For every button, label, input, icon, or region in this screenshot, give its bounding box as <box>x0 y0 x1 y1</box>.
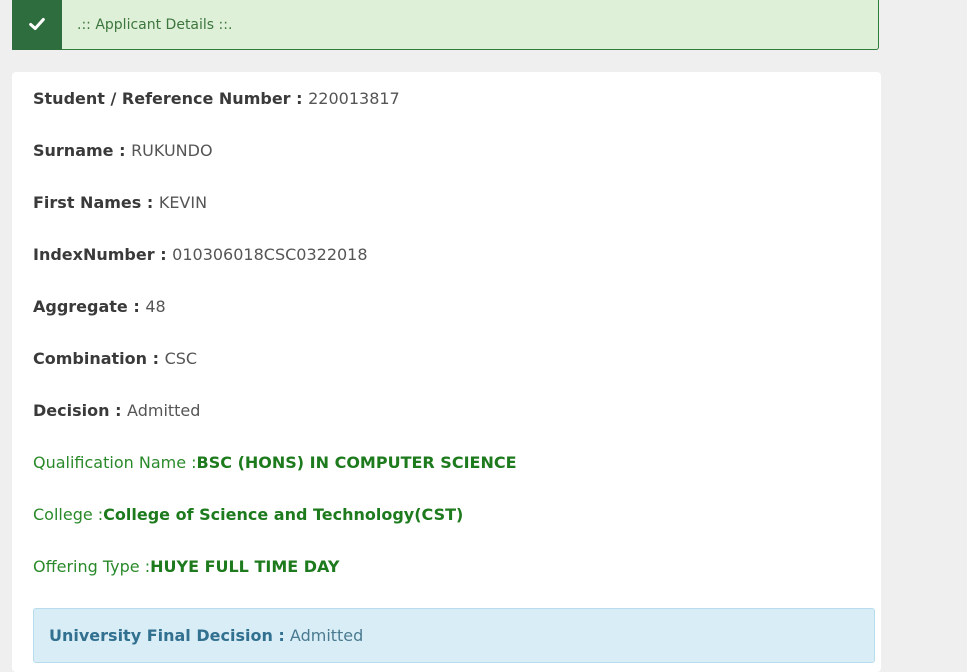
college-value: College of Science and Technology(CST) <box>103 505 464 524</box>
index-number-row: IndexNumber : 010306018CSC0322018 <box>33 245 368 265</box>
college-row: College :College of Science and Technolo… <box>33 505 463 525</box>
combination-value: CSC <box>164 349 198 368</box>
offering-type-value: HUYE FULL TIME DAY <box>150 557 340 576</box>
aggregate-value: 48 <box>145 297 166 316</box>
applicant-details-alert: .:: Applicant Details ::. <box>12 0 879 50</box>
combination-label: Combination : <box>33 349 165 368</box>
applicant-details-card: Student / Reference Number : 220013817 S… <box>12 72 881 672</box>
alert-icon-box <box>12 0 62 50</box>
decision-row: Decision : Admitted <box>33 401 200 421</box>
decision-label: Decision : <box>33 401 128 420</box>
offering-type-row: Offering Type :HUYE FULL TIME DAY <box>33 557 339 577</box>
offering-type-label: Offering Type : <box>33 557 151 576</box>
final-decision-value: Admitted <box>289 626 364 645</box>
qualification-value: BSC (HONS) IN COMPUTER SCIENCE <box>196 453 517 472</box>
first-names-value: KEVIN <box>158 193 208 212</box>
surname-value: RUKUNDO <box>131 141 213 160</box>
college-label: College : <box>33 505 104 524</box>
aggregate-label: Aggregate : <box>33 297 146 316</box>
reference-number-label: Student / Reference Number : <box>33 89 309 108</box>
surname-label: Surname : <box>33 141 132 160</box>
final-decision-label: University Final Decision : <box>49 626 285 645</box>
first-names-label: First Names : <box>33 193 159 212</box>
first-names-row: First Names : KEVIN <box>33 193 207 213</box>
index-number-value: 010306018CSC0322018 <box>172 245 368 264</box>
alert-title: .:: Applicant Details ::. <box>77 16 233 33</box>
reference-number-row: Student / Reference Number : 220013817 <box>33 89 400 109</box>
decision-value: Admitted <box>127 401 201 420</box>
index-number-label: IndexNumber : <box>33 245 173 264</box>
reference-number-value: 220013817 <box>308 89 400 108</box>
aggregate-row: Aggregate : 48 <box>33 297 166 317</box>
surname-row: Surname : RUKUNDO <box>33 141 213 161</box>
combination-row: Combination : CSC <box>33 349 197 369</box>
qualification-label: Qualification Name : <box>33 453 197 472</box>
final-decision-box: University Final Decision : Admitted <box>33 608 875 663</box>
check-icon <box>29 17 45 31</box>
qualification-row: Qualification Name :BSC (HONS) IN COMPUT… <box>33 453 517 473</box>
